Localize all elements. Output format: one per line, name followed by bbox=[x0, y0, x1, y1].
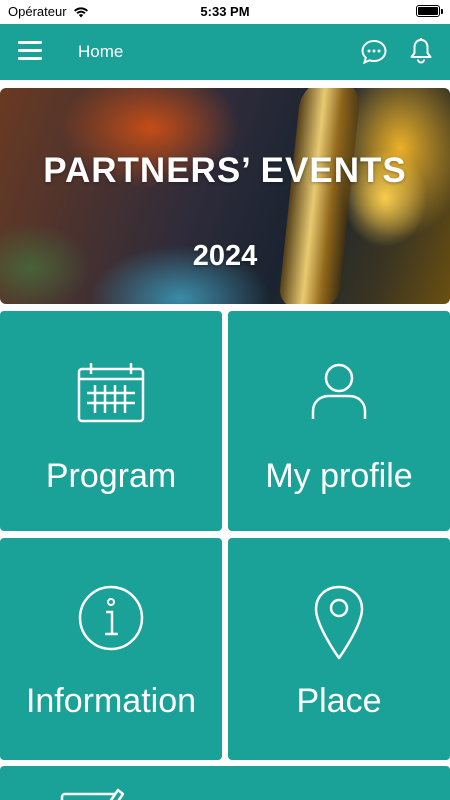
program-tile[interactable]: Program bbox=[0, 311, 222, 531]
program-label: Program bbox=[45, 457, 177, 495]
information-tile[interactable]: Information bbox=[0, 538, 222, 760]
page-title: Home bbox=[78, 42, 124, 61]
calendar-icon bbox=[0, 361, 222, 423]
map-pin-icon bbox=[228, 584, 450, 660]
chat-icon[interactable] bbox=[360, 38, 388, 66]
place-label: Place bbox=[296, 682, 382, 720]
edit-icon bbox=[60, 786, 124, 800]
my-profile-tile[interactable]: My profile bbox=[228, 311, 450, 531]
bell-icon[interactable] bbox=[408, 37, 434, 65]
banner-year: 2024 bbox=[192, 240, 258, 272]
event-banner: PARTNERS’ EVENTS 2024 bbox=[0, 88, 450, 304]
info-icon bbox=[0, 584, 222, 652]
banner-title: PARTNERS’ EVENTS bbox=[43, 151, 407, 190]
status-time: 5:33 PM bbox=[200, 4, 250, 19]
battery-icon bbox=[416, 5, 443, 17]
information-label: Information bbox=[25, 682, 197, 720]
app-header: Home bbox=[0, 24, 450, 80]
user-icon bbox=[228, 361, 450, 421]
menu-icon[interactable] bbox=[18, 41, 42, 63]
my-profile-label: My profile bbox=[265, 457, 413, 495]
header-divider bbox=[0, 80, 450, 88]
place-tile[interactable]: Place bbox=[228, 538, 450, 760]
status-bar: Opérateur 5:33 PM bbox=[0, 0, 450, 24]
partial-tile[interactable] bbox=[0, 766, 450, 800]
